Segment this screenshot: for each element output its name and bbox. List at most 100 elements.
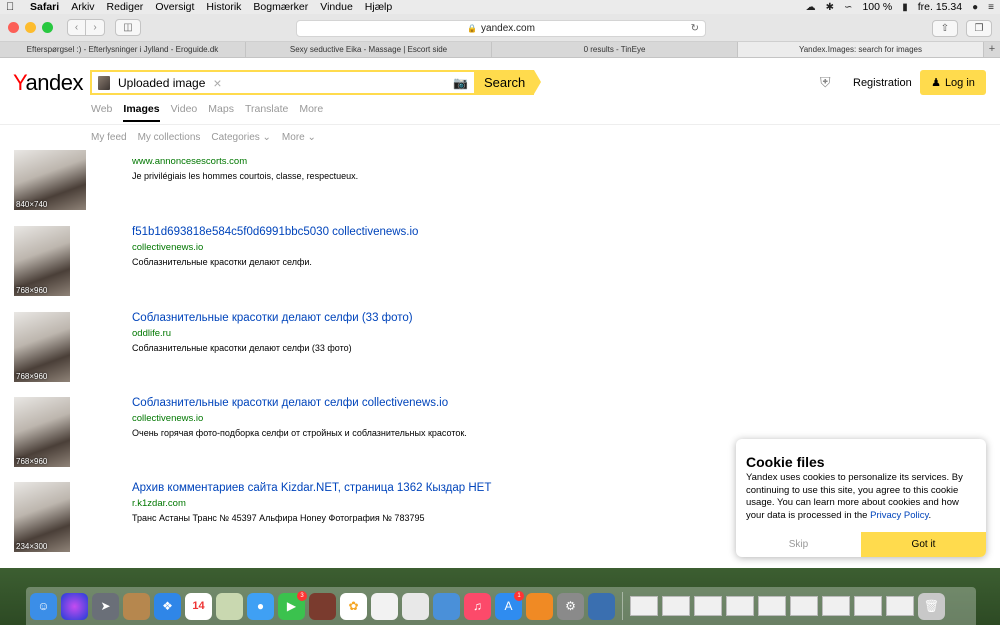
preview-icon[interactable] <box>588 592 615 620</box>
keynote-icon[interactable] <box>433 592 460 620</box>
menu-hjaelp[interactable]: Hjælp <box>365 1 392 13</box>
minimized-window[interactable] <box>726 596 754 616</box>
menu-app-name[interactable]: Safari <box>30 1 59 13</box>
notification-center-icon[interactable]: ≡ <box>988 2 994 13</box>
image-dimensions: 840×740 <box>16 200 48 209</box>
yandex-logo[interactable]: Yandex <box>13 70 84 96</box>
result-thumbnail[interactable]: 768×960 <box>14 312 70 382</box>
maps-icon[interactable] <box>216 592 243 620</box>
minimized-window[interactable] <box>694 596 722 616</box>
service-more[interactable]: More <box>299 103 323 122</box>
minimized-window[interactable] <box>886 596 914 616</box>
login-button[interactable]: ♟ Log in <box>920 70 986 95</box>
messages-icon[interactable]: ● <box>247 592 274 620</box>
tab-tineye[interactable]: 0 results - TinEye <box>492 42 738 57</box>
minimized-window[interactable] <box>758 596 786 616</box>
image-dimensions: 768×960 <box>16 457 48 466</box>
cookie-got-it-button[interactable]: Got it <box>861 532 986 557</box>
trash-icon[interactable]: 🗑 <box>918 592 945 620</box>
service-images[interactable]: Images <box>123 103 160 122</box>
tab-escort-side[interactable]: Sexy seductive Eika - Massage | Escort s… <box>246 42 492 57</box>
sidebar-toggle-icon[interactable]: ◫ <box>115 19 141 36</box>
subnav-more[interactable]: More ⌄ <box>282 132 316 143</box>
forward-icon[interactable]: › <box>86 19 105 36</box>
safari-icon[interactable]: ❖ <box>154 592 181 620</box>
result-thumbnail[interactable]: 768×960 <box>14 397 70 467</box>
cookie-skip-button[interactable]: Skip <box>736 532 861 557</box>
result-title[interactable]: f51b1d693818e584c5f0d6991bbc5030 collect… <box>132 226 418 238</box>
result-url[interactable]: oddlife.ru <box>132 328 171 339</box>
result-title[interactable]: Соблазнительные красотки делают селфи co… <box>132 397 448 409</box>
zoom-window-icon[interactable] <box>42 22 53 33</box>
minimized-window[interactable] <box>790 596 818 616</box>
minimized-window[interactable] <box>854 596 882 616</box>
reload-icon[interactable]: ↻ <box>691 23 699 34</box>
close-window-icon[interactable] <box>8 22 19 33</box>
itunes-icon[interactable]: ♫ <box>464 592 491 620</box>
subnav-my-collections[interactable]: My collections <box>138 132 201 143</box>
share-icon[interactable]: ⇧ <box>932 20 958 37</box>
notes-icon[interactable] <box>371 592 398 620</box>
service-web[interactable]: Web <box>91 103 112 122</box>
minimize-window-icon[interactable] <box>25 22 36 33</box>
wifi-icon[interactable]: ∽ <box>844 2 852 13</box>
result-url[interactable]: www.annoncesescorts.com <box>132 156 247 167</box>
user-icon[interactable]: ● <box>972 2 978 13</box>
search-box[interactable]: Uploaded image × 📷 <box>90 70 474 95</box>
clear-search-icon[interactable]: × <box>213 75 221 91</box>
subnav-my-feed[interactable]: My feed <box>91 132 127 143</box>
facetime-icon[interactable]: ▶ 3 <box>278 590 307 620</box>
menu-vindue[interactable]: Vindue <box>320 1 353 13</box>
result-url[interactable]: collectivenews.io <box>132 413 203 424</box>
app-store-icon[interactable]: A1 <box>495 590 524 620</box>
result-thumbnail[interactable]: 234×300 <box>14 482 70 552</box>
menu-rediger[interactable]: Rediger <box>107 1 144 13</box>
search-button[interactable]: Search <box>474 70 541 95</box>
result-title[interactable]: Архив комментариев сайта Kizdar.NET, стр… <box>132 482 491 494</box>
shield-icon[interactable]: ⛨ <box>820 74 831 91</box>
minimized-window[interactable] <box>662 596 690 616</box>
apple-icon[interactable]:  <box>6 1 20 13</box>
battery-icon[interactable]: ▮ <box>902 2 908 13</box>
photos-icon[interactable]: ✿ <box>340 592 367 620</box>
back-icon[interactable]: ‹ <box>67 19 86 36</box>
cloud-icon[interactable]: ☁ <box>806 2 816 13</box>
menu-clock[interactable]: fre. 15.34 <box>918 1 962 13</box>
privacy-policy-link[interactable]: Privacy Policy <box>870 510 928 521</box>
address-bar[interactable]: 🔒 yandex.com ↻ <box>296 20 706 37</box>
result-thumbnail[interactable]: 840×740 <box>14 150 86 210</box>
launchpad-icon[interactable]: ➤ <box>92 592 119 620</box>
battery-percent[interactable]: 100 % <box>862 1 892 13</box>
contacts-icon[interactable] <box>123 592 150 620</box>
menu-historik[interactable]: Historik <box>206 1 241 13</box>
finder-icon[interactable]: ☺ <box>30 592 57 620</box>
books-icon[interactable] <box>526 592 553 620</box>
service-translate[interactable]: Translate <box>245 103 288 122</box>
new-tab-icon[interactable]: + <box>984 42 1000 57</box>
tab-eroguide[interactable]: Efterspørgsel :) - Efterlysninger i Jyll… <box>0 42 246 57</box>
registration-link[interactable]: Registration <box>853 77 912 89</box>
camera-icon[interactable]: 📷 <box>453 76 468 90</box>
result-url[interactable]: r.k1zdar.com <box>132 498 186 509</box>
minimized-window[interactable] <box>630 596 658 616</box>
numbers-icon[interactable] <box>402 592 429 620</box>
photo-booth-icon[interactable] <box>309 592 336 620</box>
calendar-icon[interactable]: 14 <box>185 592 212 620</box>
service-maps[interactable]: Maps <box>208 103 234 122</box>
subnav-categories[interactable]: Categories ⌄ <box>211 132 271 143</box>
tab-overview-icon[interactable]: ❐ <box>966 20 992 37</box>
system-preferences-icon[interactable]: ⚙ <box>557 592 584 620</box>
cookie-popup: Cookie files Yandex uses cookies to pers… <box>736 439 986 557</box>
menu-arkiv[interactable]: Arkiv <box>71 1 94 13</box>
result-url[interactable]: collectivenews.io <box>132 242 203 253</box>
result-item: 234×300 Архив комментариев сайта Kizdar.… <box>0 482 700 552</box>
minimized-window[interactable] <box>822 596 850 616</box>
menu-bogmaerker[interactable]: Bogmærker <box>253 1 308 13</box>
bluetooth-icon[interactable]: ✱ <box>826 2 834 13</box>
service-video[interactable]: Video <box>171 103 198 122</box>
menu-oversigt[interactable]: Oversigt <box>155 1 194 13</box>
siri-icon[interactable] <box>61 592 88 620</box>
tab-yandex-images[interactable]: Yandex.Images: search for images <box>738 42 984 57</box>
result-title[interactable]: Соблазнительные красотки делают селфи (3… <box>132 312 413 324</box>
result-thumbnail[interactable]: 768×960 <box>14 226 70 296</box>
